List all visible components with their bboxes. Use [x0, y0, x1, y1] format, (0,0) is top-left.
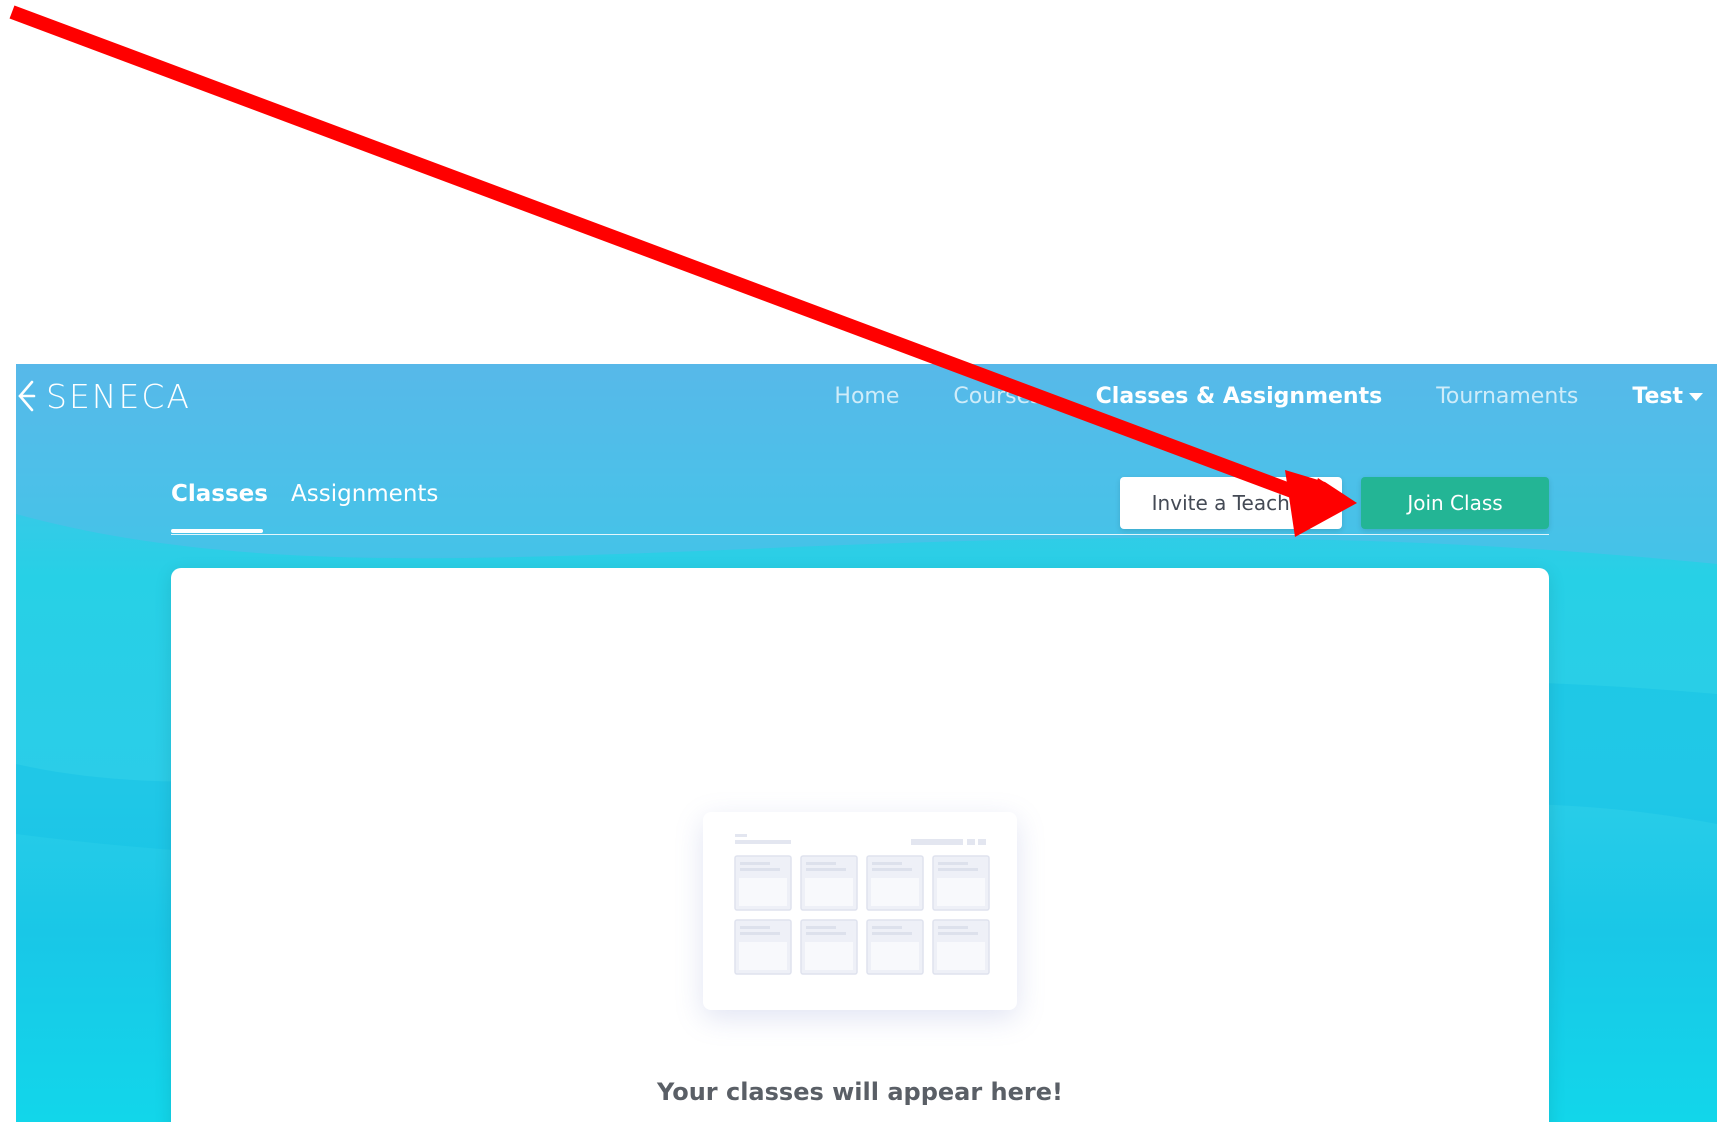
chevron-down-icon — [1689, 393, 1703, 401]
seneca-logo[interactable]: SENECA — [16, 376, 191, 416]
nav-home[interactable]: Home — [834, 384, 899, 409]
user-name: Test — [1632, 383, 1683, 409]
top-navigation: Home Courses Classes & Assignments Tourn… — [834, 376, 1703, 416]
brand-name: SENECA — [46, 376, 191, 416]
class-grid-illustration-icon — [734, 834, 990, 975]
nav-tournaments[interactable]: Tournaments — [1436, 384, 1578, 409]
tabs-divider — [171, 534, 1549, 535]
empty-state-message: Your classes will appear here! — [657, 1078, 1063, 1106]
sub-tabs: Classes Assignments — [171, 481, 1549, 535]
invite-teacher-button[interactable]: Invite a Teacher — [1120, 477, 1342, 529]
classes-card: Your classes will appear here! — [171, 568, 1549, 1122]
user-menu[interactable]: Test — [1632, 384, 1703, 409]
app-window: SENECA Home Courses Classes & Assignment… — [16, 364, 1717, 1122]
nav-courses[interactable]: Courses — [953, 384, 1041, 409]
join-class-button[interactable]: Join Class — [1361, 477, 1549, 529]
active-tab-indicator — [171, 529, 263, 533]
stage: SENECA Home Courses Classes & Assignment… — [0, 0, 1734, 1122]
tab-classes[interactable]: Classes — [171, 481, 268, 517]
seneca-logo-icon — [18, 380, 36, 412]
tab-assignments-label: Assignments — [291, 481, 439, 507]
tab-classes-label: Classes — [171, 481, 268, 507]
tab-assignments[interactable]: Assignments — [291, 481, 438, 517]
nav-classes-assignments[interactable]: Classes & Assignments — [1096, 384, 1383, 409]
empty-classes-illustration — [703, 812, 1017, 1010]
